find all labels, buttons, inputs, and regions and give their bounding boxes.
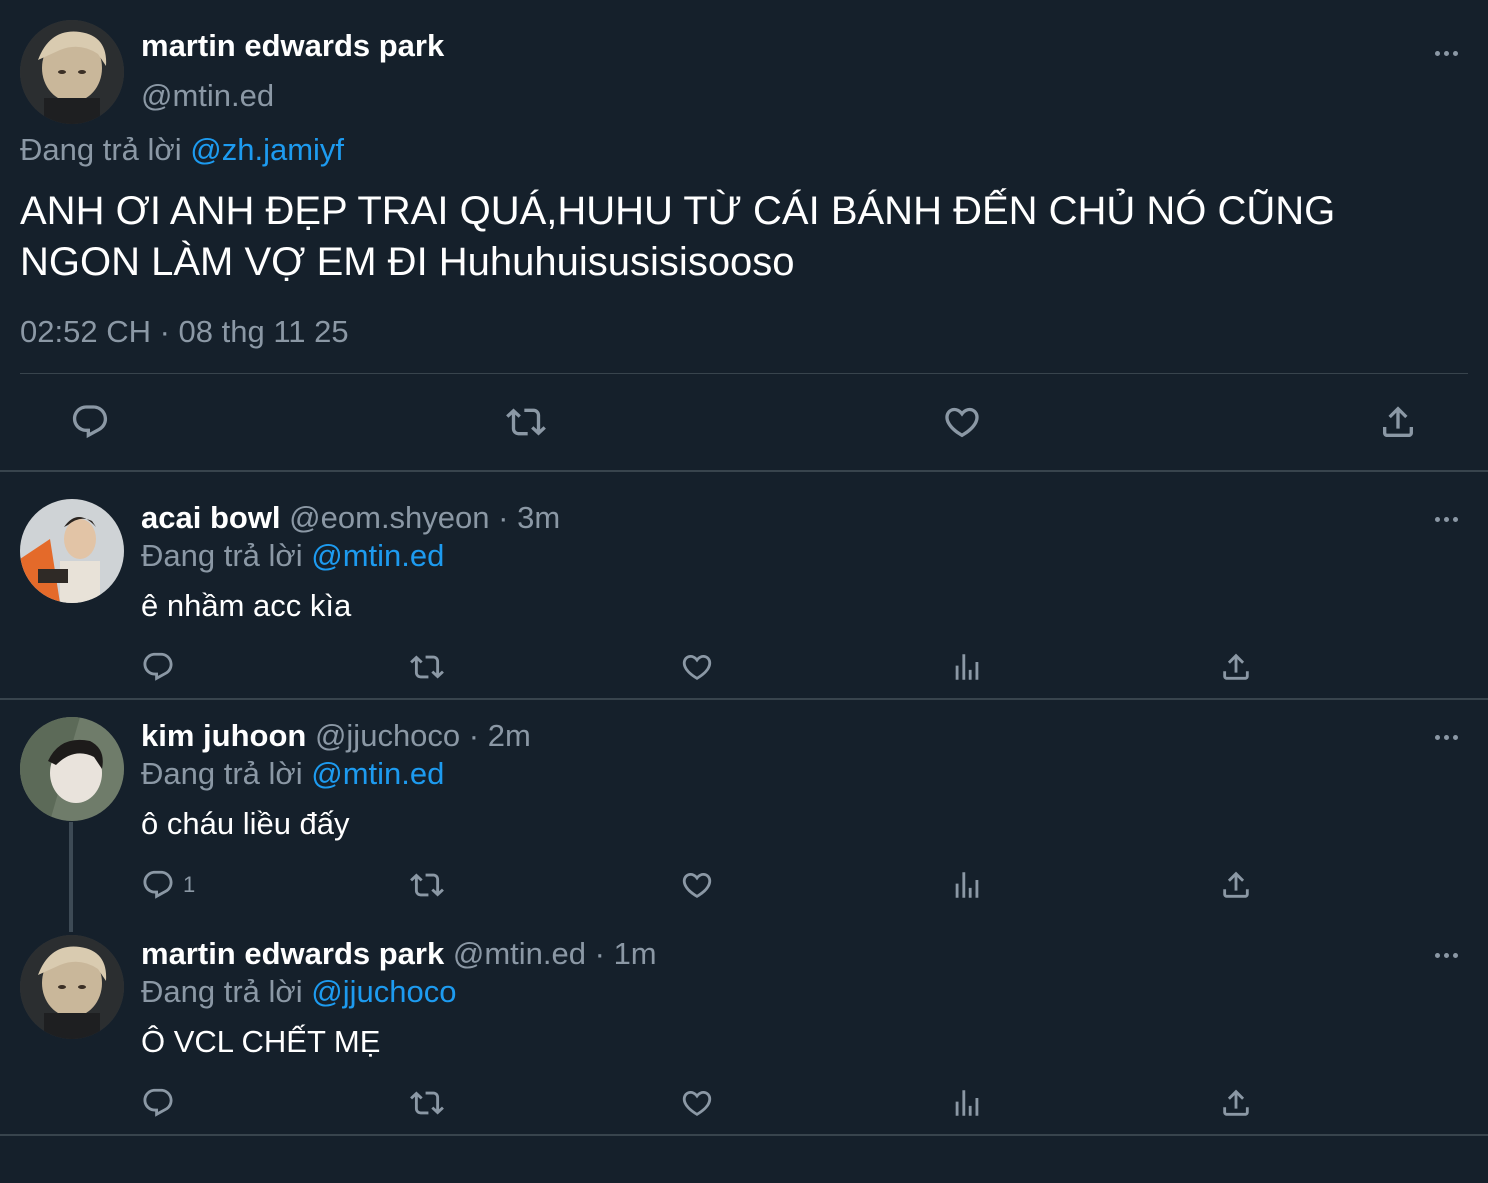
author-handle[interactable]: @eom.shyeon	[289, 500, 489, 535]
reply-icon	[141, 868, 175, 902]
reply-header: kim juhoon @jjuchoco · 2m	[141, 718, 531, 754]
share-button[interactable]	[1219, 1086, 1253, 1120]
reply-header: martin edwards park @mtin.ed · 1m	[141, 936, 657, 972]
views-icon	[950, 1086, 984, 1120]
replying-to-link[interactable]: @zh.jamiyf	[190, 132, 344, 167]
share-icon	[1219, 1086, 1253, 1120]
like-icon	[680, 650, 714, 684]
separator: ·	[594, 936, 605, 971]
reply-age[interactable]: 1m	[614, 936, 657, 971]
replying-to-link[interactable]: @jjuchoco	[311, 974, 456, 1009]
replying-to: Đang trả lời @mtin.ed	[141, 538, 444, 574]
replying-to: Đang trả lời @jjuchoco	[141, 974, 456, 1010]
reply-button[interactable]	[141, 650, 183, 684]
reply-tweet[interactable]: acai bowl @eom.shyeon · 3m Đang trả lời …	[0, 472, 1488, 698]
retweet-icon[interactable]	[506, 402, 546, 442]
like-icon	[680, 1086, 714, 1120]
separator: ·	[498, 500, 509, 535]
reply-icon	[141, 1086, 175, 1120]
author-handle[interactable]: @jjuchoco	[315, 718, 460, 753]
like-icon	[680, 868, 714, 902]
reply-tweet[interactable]: martin edwards park @mtin.ed · 1m Đang t…	[0, 918, 1488, 1134]
reply-icon	[141, 650, 175, 684]
author-handle[interactable]: @mtin.ed	[453, 936, 586, 971]
author-handle[interactable]: @mtin.ed	[141, 78, 274, 114]
retweet-button[interactable]	[410, 868, 444, 902]
author-name[interactable]: martin edwards park	[141, 28, 444, 64]
replying-to-link[interactable]: @mtin.ed	[311, 756, 444, 791]
views-button[interactable]	[950, 1086, 984, 1120]
like-button[interactable]	[680, 1086, 714, 1120]
views-icon	[950, 868, 984, 902]
avatar[interactable]	[20, 717, 124, 821]
views-icon	[950, 650, 984, 684]
author-name[interactable]: acai bowl	[141, 500, 281, 535]
main-tweet: martin edwards park @mtin.ed Đang trả lờ…	[0, 0, 1488, 470]
separator: ·	[468, 718, 480, 753]
retweet-icon	[410, 1086, 444, 1120]
retweet-button[interactable]	[410, 650, 444, 684]
reply-icon[interactable]	[70, 402, 110, 442]
tweet-timestamp[interactable]: 02:52 CH · 08 thg 11 25	[20, 314, 349, 350]
more-options-button[interactable]	[1432, 48, 1460, 58]
author-name[interactable]: kim juhoon	[141, 718, 306, 753]
avatar[interactable]	[20, 20, 124, 124]
reply-button[interactable]: 1	[141, 868, 195, 902]
reply-age[interactable]: 3m	[517, 500, 560, 535]
author-name[interactable]: martin edwards park	[141, 936, 444, 971]
replying-prefix: Đang trả lời	[141, 974, 303, 1009]
reply-tweet[interactable]: kim juhoon @jjuchoco · 2m Đang trả lời @…	[0, 700, 1488, 918]
replying-to-link[interactable]: @mtin.ed	[311, 538, 444, 573]
reply-text: Ô VCL CHẾT MẸ	[141, 1024, 381, 1059]
more-options-button[interactable]	[1432, 514, 1460, 524]
retweet-button[interactable]	[410, 1086, 444, 1120]
views-button[interactable]	[950, 650, 984, 684]
like-button[interactable]	[680, 650, 714, 684]
share-icon	[1219, 650, 1253, 684]
share-icon[interactable]	[1378, 402, 1418, 442]
retweet-icon	[410, 650, 444, 684]
divider	[0, 1134, 1488, 1136]
reply-button[interactable]	[141, 1086, 183, 1120]
more-options-button[interactable]	[1432, 950, 1460, 960]
replying-to: Đang trả lời @zh.jamiyf	[20, 132, 344, 168]
more-options-button[interactable]	[1432, 732, 1460, 742]
replying-prefix: Đang trả lời	[141, 756, 303, 791]
tweet-text: ANH ƠI ANH ĐẸP TRAI QUÁ,HUHU TỪ CÁI BÁNH…	[20, 189, 1336, 284]
like-icon[interactable]	[942, 402, 982, 442]
reply-text: ô cháu liều đấy	[141, 806, 350, 841]
divider	[20, 373, 1468, 374]
reply-header: acai bowl @eom.shyeon · 3m	[141, 500, 560, 536]
reply-text: ê nhầm acc kìa	[141, 588, 352, 623]
views-button[interactable]	[950, 868, 984, 902]
avatar[interactable]	[20, 935, 124, 1039]
share-icon	[1219, 868, 1253, 902]
replying-prefix: Đang trả lời	[141, 538, 303, 573]
reply-age[interactable]: 2m	[488, 718, 531, 753]
like-button[interactable]	[680, 868, 714, 902]
replying-to: Đang trả lời @mtin.ed	[141, 756, 444, 792]
share-button[interactable]	[1219, 868, 1253, 902]
replying-prefix: Đang trả lời	[20, 132, 182, 167]
share-button[interactable]	[1219, 650, 1253, 684]
retweet-icon	[410, 868, 444, 902]
reply-count: 1	[183, 872, 196, 897]
avatar[interactable]	[20, 499, 124, 603]
